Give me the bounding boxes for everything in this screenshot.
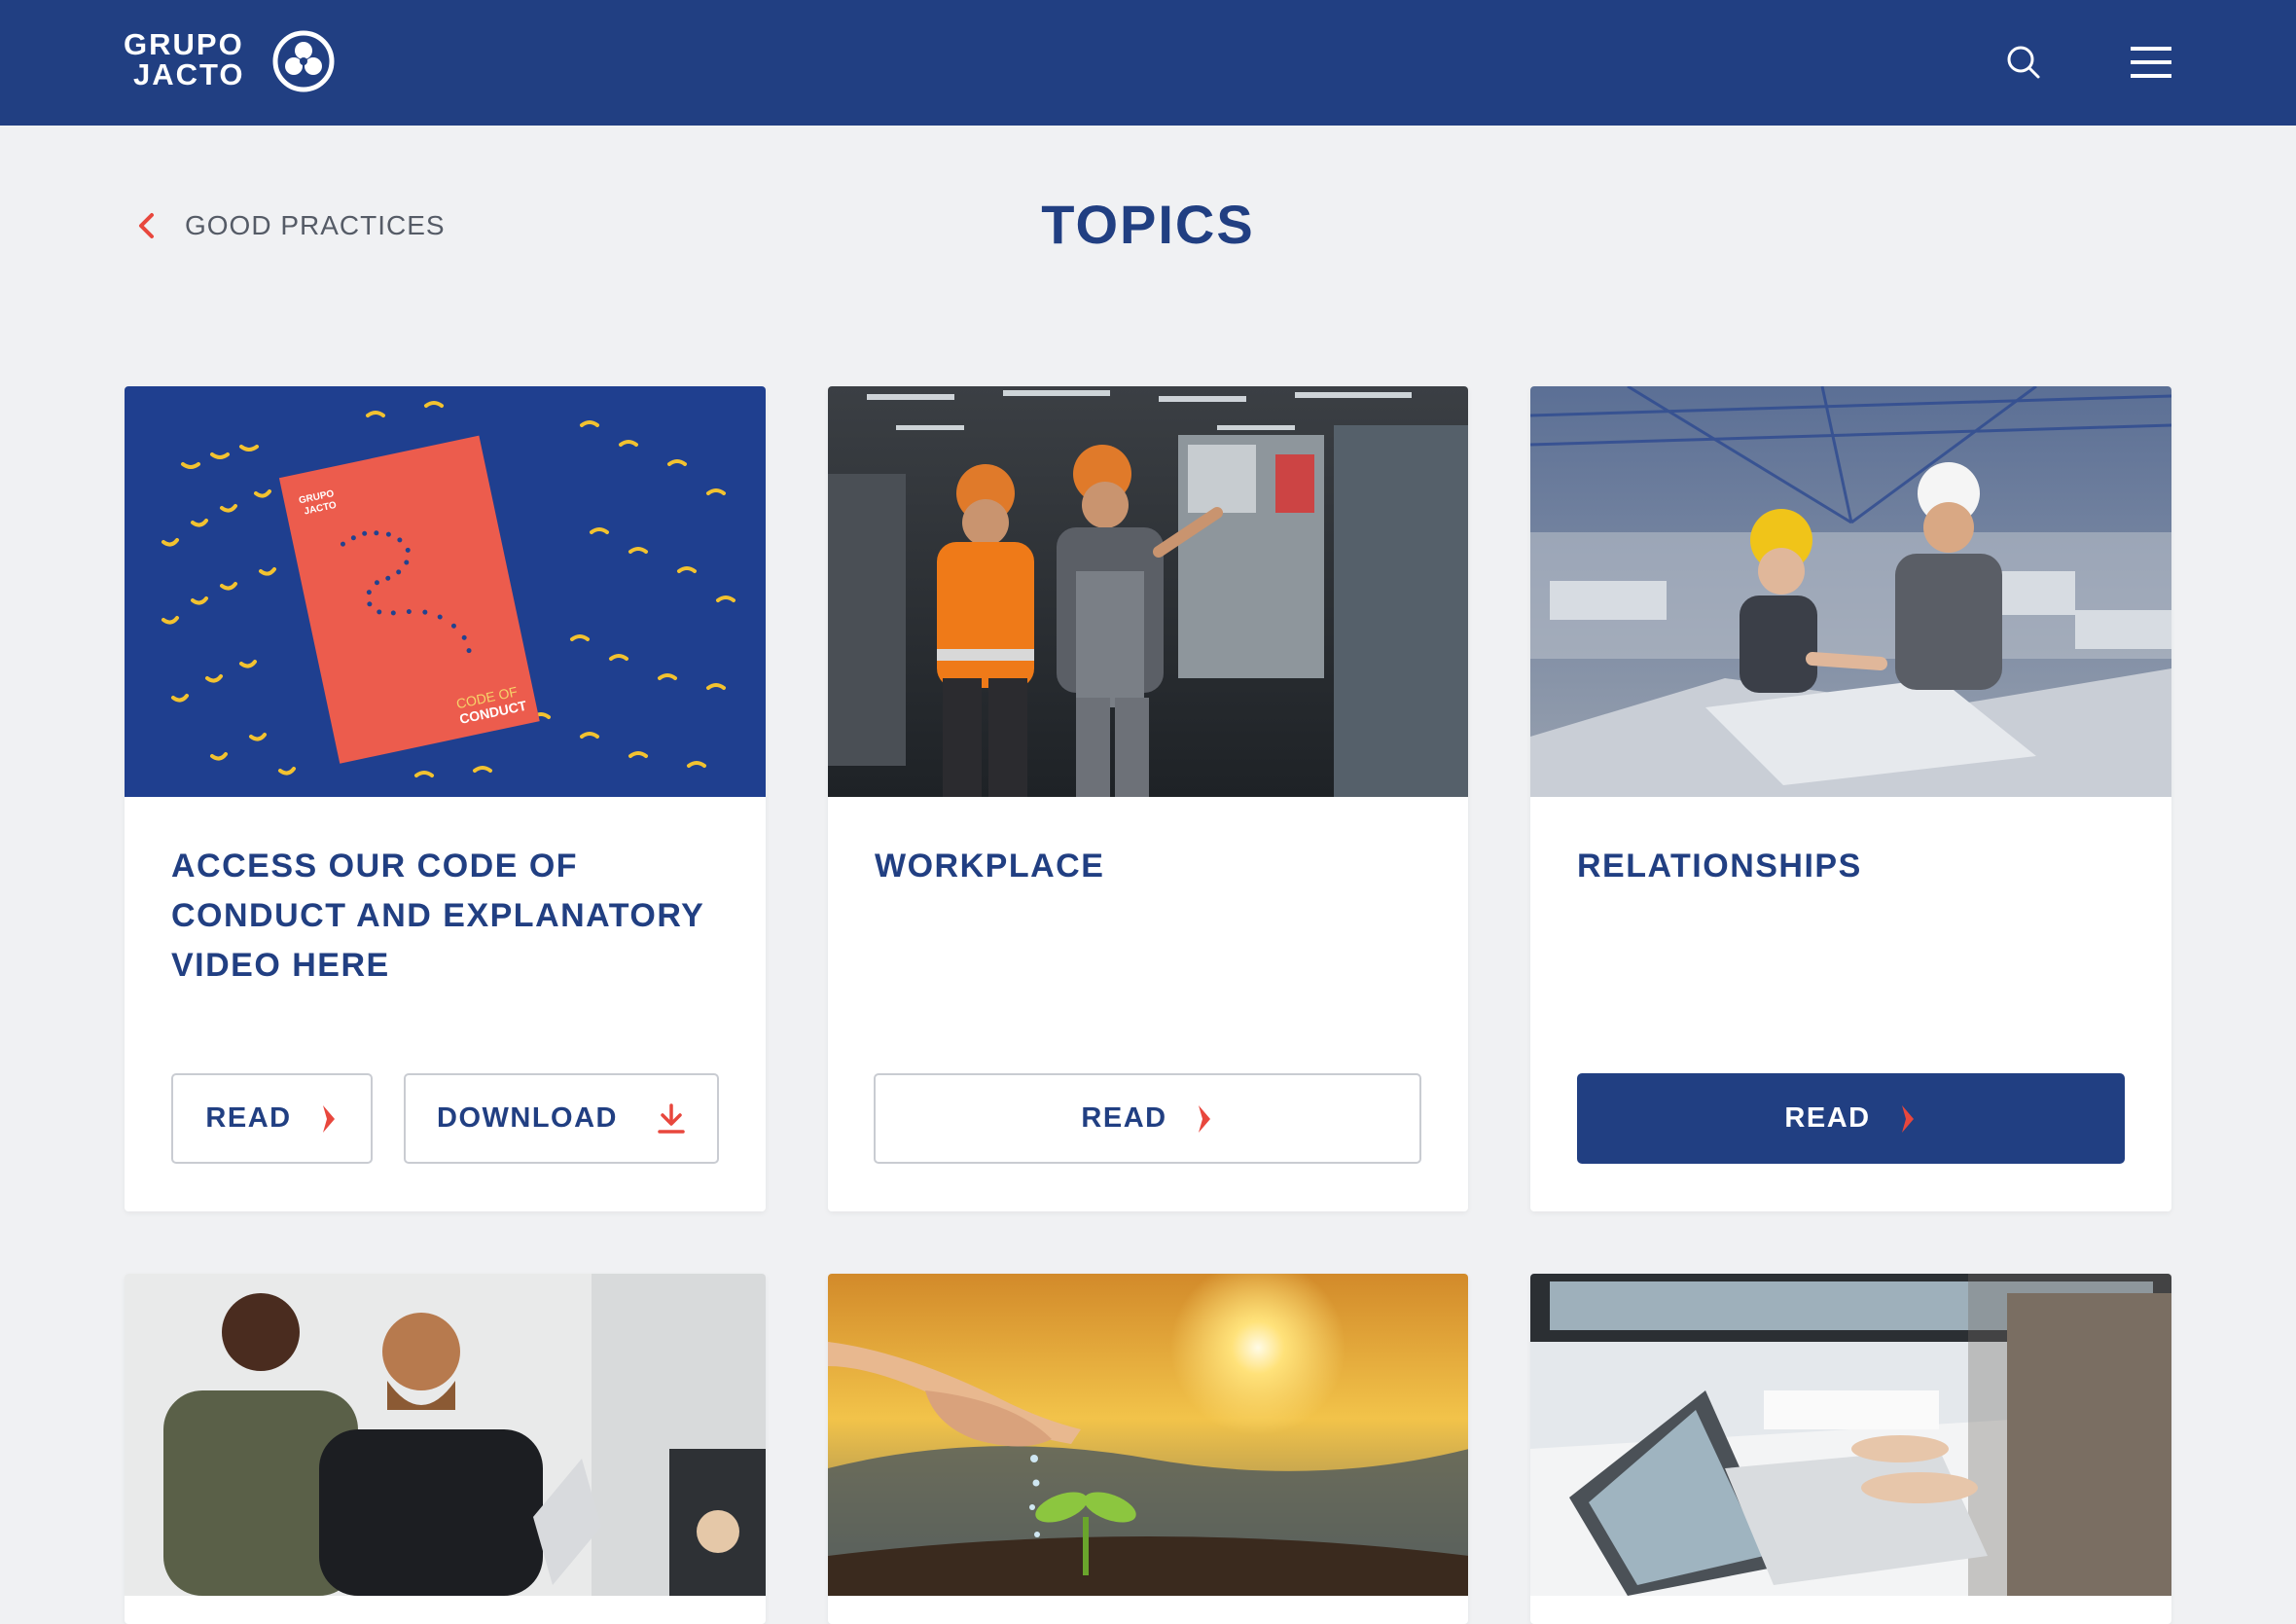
- topic-card-code-of-conduct: GRUPO JACTO CODE OF CONDUCT ACCESS OUR C…: [125, 386, 766, 1211]
- workplace-image[interactable]: [828, 386, 1468, 797]
- relationships-image[interactable]: [1530, 386, 2171, 797]
- topic-card-5: [828, 1274, 1468, 1624]
- topic-card-relationships: RELATIONSHIPS READ: [1530, 386, 2171, 1211]
- colleagues-talking-photo: [125, 1274, 766, 1596]
- card-title: WORKPLACE: [875, 848, 1105, 884]
- download-button-label: DOWNLOAD: [437, 1102, 618, 1134]
- grupo-jacto-logo[interactable]: GRUPO JACTO: [124, 29, 338, 95]
- read-button-label: READ: [205, 1102, 292, 1134]
- page-title: TOPICS: [1041, 194, 1255, 255]
- code-of-conduct-image[interactable]: GRUPO JACTO CODE OF CONDUCT: [125, 386, 766, 797]
- topic-card-6-image[interactable]: [1530, 1274, 2171, 1596]
- logo-wordmark: GRUPO JACTO: [124, 29, 245, 90]
- logo-line-1: GRUPO: [124, 27, 244, 61]
- download-icon: [658, 1102, 685, 1134]
- topic-card-4: [125, 1274, 766, 1624]
- read-button[interactable]: READ: [171, 1073, 373, 1164]
- hamburger-menu-icon: [2131, 47, 2171, 78]
- download-button[interactable]: DOWNLOAD: [404, 1073, 719, 1164]
- factory-workers-photo: [828, 386, 1468, 797]
- logo-line-2: JACTO: [133, 57, 245, 91]
- topic-card-4-image[interactable]: [125, 1274, 766, 1596]
- read-button-label: READ: [1081, 1102, 1167, 1134]
- read-button-label: READ: [1784, 1102, 1871, 1134]
- topic-card-5-image[interactable]: [828, 1274, 1468, 1596]
- search-button[interactable]: [2004, 43, 2043, 82]
- top-header: GRUPO JACTO: [0, 0, 2296, 126]
- logo-flower-icon: [272, 30, 335, 92]
- search-icon: [2007, 46, 2040, 79]
- chevron-right-icon: [322, 1104, 335, 1133]
- menu-button[interactable]: [2131, 43, 2171, 82]
- read-button[interactable]: READ: [874, 1073, 1421, 1164]
- card-title: RELATIONSHIPS: [1577, 848, 1862, 884]
- handshake-in-factory-photo: [1530, 386, 2171, 797]
- office-laptop-photo: [1530, 1274, 2171, 1596]
- read-button[interactable]: READ: [1577, 1073, 2125, 1164]
- topic-card-workplace: WORKPLACE READ: [828, 386, 1468, 1211]
- chevron-right-icon: [1901, 1104, 1914, 1133]
- chevron-right-icon: [1198, 1104, 1210, 1133]
- code-of-conduct-booklet-illustration: GRUPO JACTO CODE OF CONDUCT: [125, 386, 766, 797]
- watering-seedling-photo: [828, 1274, 1468, 1596]
- card-title: ACCESS OUR CODE OF CONDUCT AND EXPLANATO…: [171, 848, 704, 984]
- topic-card-6: [1530, 1274, 2171, 1624]
